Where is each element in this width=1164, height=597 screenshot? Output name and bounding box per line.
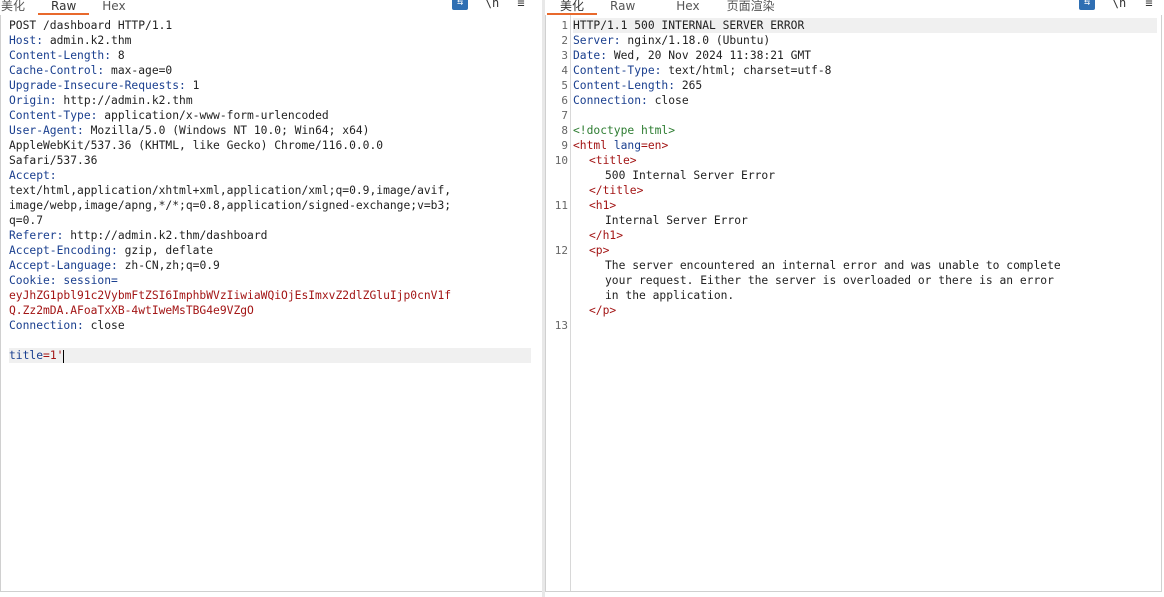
right-tab-raw[interactable]: Raw — [597, 0, 648, 15]
left-tabbar: 美化 Raw Hex — [0, 0, 139, 15]
request-header-continuation: AppleWebKit/537.36 (KHTML, like Gecko) C… — [9, 139, 384, 152]
request-header-line: Accept: — [9, 169, 57, 182]
html-doctype: <!doctype html> — [573, 124, 676, 137]
cookie-value: eyJhZG1pbl91c2VybmFtZSI6ImphbWVzIiwiaWQi… — [9, 289, 452, 302]
request-header-line: Content-Type: application/x-www-form-url… — [9, 109, 329, 122]
right-tab-pretty[interactable]: 美化 — [547, 0, 598, 15]
line-number: 7 — [561, 109, 568, 122]
request-header-continuation: text/html,application/xhtml+xml,applicat… — [9, 184, 452, 197]
right-tabbar: 美化 Raw Hex 页面渲染 — [547, 0, 788, 15]
request-header-line: Accept-Encoding: gzip, deflate — [9, 244, 214, 257]
left-wrap-toggle-icon[interactable]: ⇆ — [452, 0, 468, 10]
request-line: POST /dashboard HTTP/1.1 — [9, 19, 173, 32]
right-newline-toggle-icon[interactable]: \n — [1111, 0, 1127, 10]
h1-text: Internal Server Error — [605, 214, 748, 227]
response-header-line: Content-Length: 265 — [573, 79, 703, 92]
left-tab-raw[interactable]: Raw — [38, 0, 90, 15]
title-text: 500 Internal Server Error — [605, 169, 776, 182]
line-number: 13 — [554, 319, 568, 332]
request-header-line: Referer: http://admin.k2.thm/dashboard — [9, 229, 268, 242]
cookie-value: Q.Zz2mDA.AFoaTxXB-4wtIweMsTBG4e9VZgO — [9, 304, 254, 317]
line-number: 5 — [561, 79, 568, 92]
line-number: 10 — [554, 154, 568, 167]
title-close-tag: </title> — [589, 184, 644, 197]
left-tab-pretty[interactable]: 美化 — [0, 0, 38, 15]
line-number: 8 — [561, 124, 568, 137]
right-menu-icon[interactable]: ≡ — [1141, 0, 1157, 10]
line-number: 6 — [561, 94, 568, 107]
response-viewer[interactable]: 1 HTTP/1.1 500 INTERNAL SERVER ERROR 2 Serv… — [545, 15, 1162, 592]
title-open-tag: <title> — [589, 154, 637, 167]
request-body-line: title=1' — [9, 348, 531, 363]
h1-open-tag: <h1> — [589, 199, 617, 212]
right-wrap-toggle-icon[interactable]: ⇆ — [1079, 0, 1095, 10]
left-tab-hex[interactable]: Hex — [89, 0, 138, 15]
request-header-continuation: Safari/537.36 — [9, 154, 98, 167]
response-header-line: Content-Type: text/html; charset=utf-8 — [573, 64, 832, 77]
cookie-header-line: Cookie: session= — [9, 274, 118, 287]
request-header-continuation: q=0.7 — [9, 214, 44, 227]
p-text-line: your request. Either the server is overl… — [605, 274, 1054, 287]
h1-close-tag: </h1> — [589, 229, 624, 242]
p-open-tag: <p> — [589, 244, 610, 257]
request-header-line: Host: admin.k2.thm — [9, 34, 132, 47]
line-number: 11 — [554, 199, 568, 212]
text-cursor — [63, 349, 65, 363]
response-header-line: Date: Wed, 20 Nov 2024 11:38:21 GMT — [573, 49, 812, 62]
response-header-line: Server: nginx/1.18.0 (Ubuntu) — [573, 34, 771, 47]
request-editor[interactable]: POST /dashboard HTTP/1.1 Host: admin.k2.… — [0, 15, 543, 592]
status-line: HTTP/1.1 500 INTERNAL SERVER ERROR — [573, 18, 1157, 33]
request-header-line: Connection: close — [9, 319, 125, 332]
left-menu-icon[interactable]: ≡ — [513, 0, 529, 10]
line-number: 4 — [561, 64, 568, 77]
request-header-line: Accept-Language: zh-CN,zh;q=0.9 — [9, 259, 220, 272]
line-number: 12 — [554, 244, 568, 257]
response-header-line: Connection: close — [573, 94, 689, 107]
p-text-line: The server encountered an internal error… — [605, 259, 1061, 272]
line-number: 2 — [561, 34, 568, 47]
p-text-line: in the application. — [605, 289, 735, 302]
right-tab-render[interactable]: 页面渲染 — [713, 0, 788, 15]
p-close-tag: </p> — [589, 304, 617, 317]
request-header-continuation: image/webp,image/apng,*/*;q=0.8,applicat… — [9, 199, 452, 212]
line-number: 3 — [561, 49, 568, 62]
request-header-line: Origin: http://admin.k2.thm — [9, 94, 193, 107]
html-open-tag: <html lang=en> — [573, 139, 669, 152]
left-newline-toggle-icon[interactable]: \n — [484, 0, 500, 10]
line-number: 9 — [561, 139, 568, 152]
right-tab-hex[interactable]: Hex — [648, 0, 712, 15]
request-header-line: Upgrade-Insecure-Requests: 1 — [9, 79, 200, 92]
request-header-line: User-Agent: Mozilla/5.0 (Windows NT 10.0… — [9, 124, 370, 137]
request-header-line: Content-Length: 8 — [9, 49, 125, 62]
request-header-line: Cache-Control: max-age=0 — [9, 64, 173, 77]
line-number: 1 — [561, 19, 568, 32]
